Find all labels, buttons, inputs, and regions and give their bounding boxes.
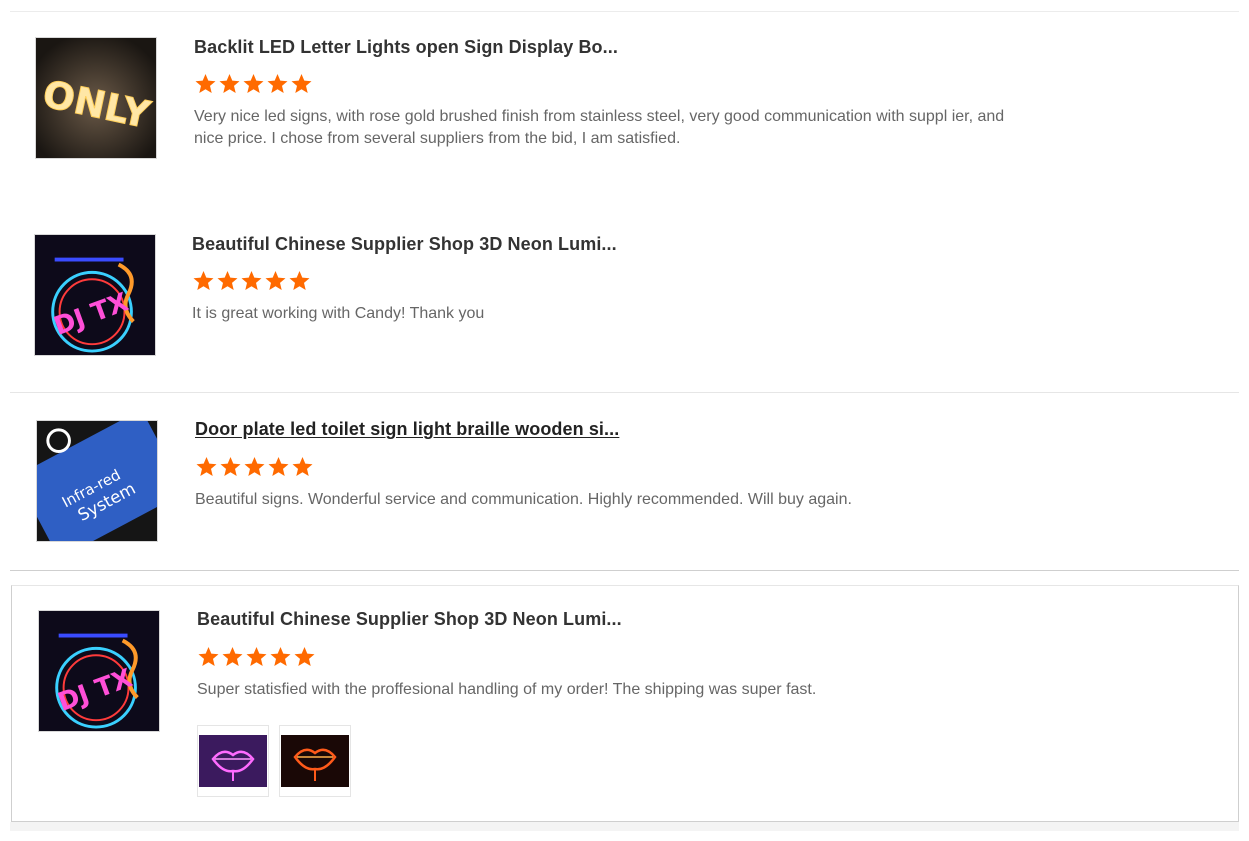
star-icon (222, 647, 243, 666)
review-photo-pink-lips[interactable] (197, 725, 269, 797)
product-thumbnail[interactable]: ONLY (35, 37, 157, 159)
star-icon (268, 457, 289, 476)
product-thumbnail[interactable]: DJ TX (38, 610, 160, 732)
product-title[interactable]: Backlit LED Letter Lights open Sign Disp… (194, 37, 618, 58)
orange-neon-lips-icon (281, 735, 349, 787)
star-rating (192, 270, 311, 292)
star-icon (294, 647, 315, 666)
star-rating (197, 646, 316, 668)
review-photo-orange-lips[interactable] (279, 725, 351, 797)
star-icon (217, 271, 238, 290)
review-text: Super statisfied with the proffesional h… (197, 681, 817, 698)
pink-neon-lips-icon (199, 735, 267, 787)
star-icon (195, 74, 216, 93)
star-icon (289, 271, 310, 290)
star-icon (196, 457, 217, 476)
star-icon (220, 457, 241, 476)
product-thumbnail[interactable]: DJ TX (34, 234, 156, 356)
review-card: DJ TX Beautiful Chinese Supplier Shop 3D… (10, 210, 1239, 393)
led-letters-image: ONLY (36, 38, 156, 158)
star-icon (267, 74, 288, 93)
review-card: ONLY Backlit LED Letter Lights open Sign… (10, 12, 1239, 202)
review-card: Infra-red System Door plate led toilet s… (10, 394, 1239, 571)
review-text: Beautiful signs. Wonderful service and c… (195, 491, 852, 508)
review-card-highlighted: DJ TX Beautiful Chinese Supplier Shop 3D… (11, 585, 1239, 822)
star-rating (195, 456, 314, 478)
blue-door-plate-image: Infra-red System (37, 421, 157, 541)
star-icon (219, 74, 240, 93)
star-icon (270, 647, 291, 666)
star-icon (291, 74, 312, 93)
bottom-strip (10, 822, 1239, 831)
neon-sign-image: DJ TX (39, 611, 159, 731)
product-title-link[interactable]: Door plate led toilet sign light braille… (195, 419, 619, 440)
neon-sign-image: DJ TX (35, 235, 155, 355)
star-icon (198, 647, 219, 666)
star-icon (292, 457, 313, 476)
star-rating (194, 73, 313, 95)
review-text: Very nice led signs, with rose gold brus… (194, 108, 1005, 147)
product-thumbnail[interactable]: Infra-red System (36, 420, 158, 542)
star-icon (246, 647, 267, 666)
product-title[interactable]: Beautiful Chinese Supplier Shop 3D Neon … (197, 609, 622, 630)
product-title[interactable]: Beautiful Chinese Supplier Shop 3D Neon … (192, 234, 617, 255)
star-icon (265, 271, 286, 290)
star-icon (243, 74, 264, 93)
star-icon (193, 271, 214, 290)
star-icon (244, 457, 265, 476)
review-text: It is great working with Candy! Thank yo… (192, 305, 485, 322)
star-icon (241, 271, 262, 290)
